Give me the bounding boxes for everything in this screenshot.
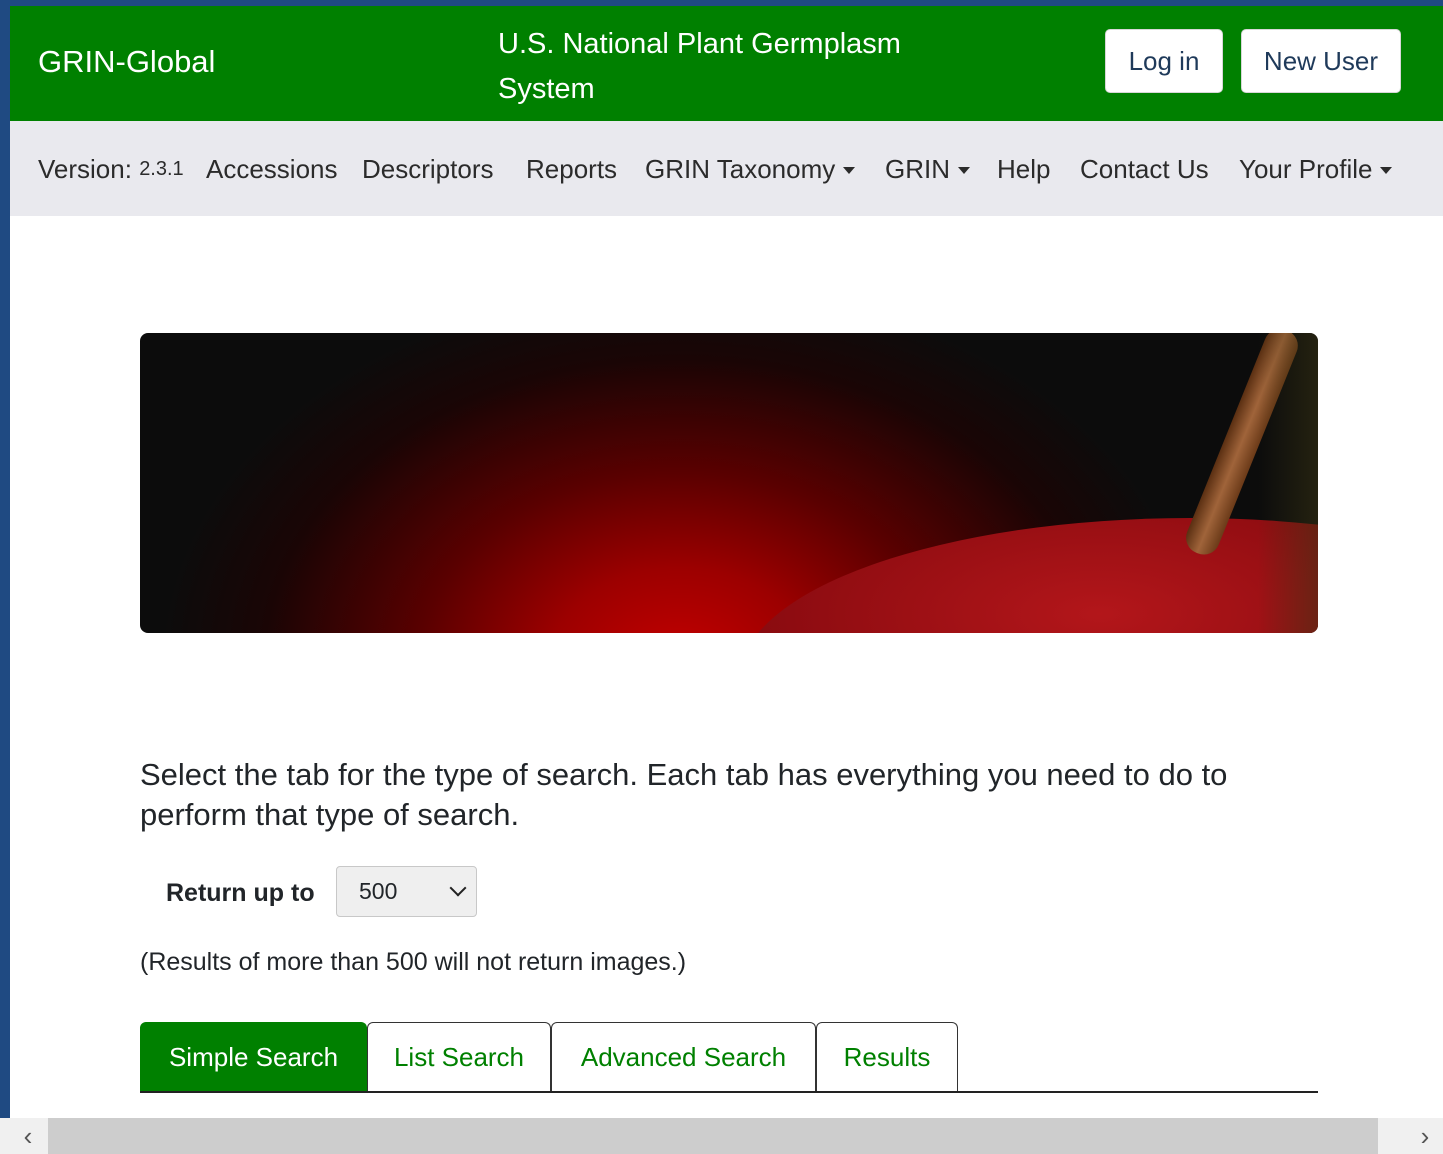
nav-item-descriptors[interactable]: Descriptors [362,154,493,185]
nav-item-label: GRIN [885,154,950,184]
return-limit-label: Return up to [166,879,315,907]
search-intro-text: Select the tab for the type of search. E… [140,757,1228,832]
caret-down-icon [1380,167,1393,174]
version-number: 2.3.1 [139,158,184,180]
hero-banner-image [140,333,1318,633]
site-header: GRIN-Global U.S. National Plant Germplas… [10,6,1443,121]
nav-item-label: Help [997,154,1051,184]
login-button[interactable]: Log in [1105,29,1223,93]
results-note: (Results of more than 500 will not retur… [140,948,687,976]
caret-down-icon [958,167,970,174]
nav-item-help[interactable]: Help [997,154,1050,185]
horizontal-scrollbar[interactable]: ‹ › [0,1118,1443,1154]
window-frame-left [0,0,10,1154]
version-text: Version: [38,154,132,184]
tab-advanced-search[interactable]: Advanced Search [551,1022,816,1092]
site-title: U.S. National Plant Germplasm System [498,28,901,105]
tab-simple-search[interactable]: Simple Search [140,1022,367,1092]
nav-item-reports[interactable]: Reports [526,154,617,185]
nav-item-label: GRIN Taxonomy [645,154,836,184]
version-label: Version: 2.3.1 [38,154,184,185]
return-limit-select[interactable]: 500 [336,866,477,917]
caret-down-icon [843,167,856,174]
nav-item-label: Descriptors [362,154,494,184]
tab-list-search[interactable]: List Search [367,1022,551,1092]
nav-item-label: Contact Us [1080,154,1209,184]
nav-item-label: Accessions [206,154,338,184]
nav-item-contact-us[interactable]: Contact Us [1080,154,1209,185]
main-nav: Version: 2.3.1 Accessions Descriptors Re… [10,121,1443,216]
nav-item-your-profile[interactable]: Your Profile [1239,154,1393,185]
tabs-divider [140,1091,1318,1093]
tab-results[interactable]: Results [816,1022,958,1092]
return-limit-value: 500 [359,878,398,904]
nav-item-label: Reports [526,154,618,184]
nav-item-grin-taxonomy[interactable]: GRIN Taxonomy [645,154,856,185]
brand-link[interactable]: GRIN-Global [38,44,215,80]
nav-item-label: Your Profile [1239,154,1373,184]
page-viewport: GRIN-Global U.S. National Plant Germplas… [10,6,1443,1118]
nav-item-accessions[interactable]: Accessions [206,154,338,185]
scrollbar-thumb[interactable] [48,1118,1378,1154]
scroll-right-icon[interactable]: › [1405,1118,1443,1154]
banner-edge-shade [1258,333,1318,633]
nav-item-grin[interactable]: GRIN [885,154,970,185]
scroll-left-icon[interactable]: ‹ [8,1118,48,1154]
apple-shape [740,518,1318,633]
new-user-button[interactable]: New User [1241,29,1401,93]
chevron-down-icon [449,879,467,897]
